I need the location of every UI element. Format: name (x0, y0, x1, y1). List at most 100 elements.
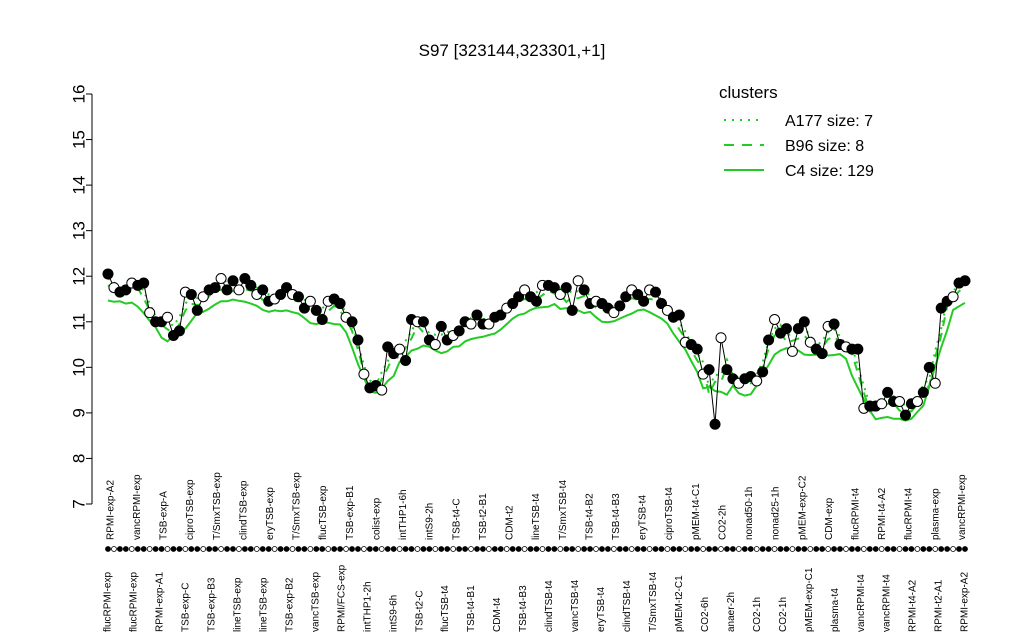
data-point (578, 284, 590, 296)
rug-mark (432, 546, 439, 552)
x-tick-label-bottom: TSB-t4-B1 (466, 585, 477, 632)
data-point (763, 334, 775, 346)
rug-mark (557, 546, 564, 552)
x-tick-label-bottom: vancTSB-t4 (570, 579, 581, 632)
rug-mark (593, 546, 599, 552)
rug-mark (926, 546, 933, 552)
rug-mark (896, 546, 903, 552)
data-point (899, 409, 911, 421)
x-tick-label-top: TSB-t4-B2 (584, 493, 595, 540)
rug-mark (295, 546, 302, 552)
rug-mark (420, 546, 427, 552)
rug-mark (849, 546, 855, 552)
x-tick-label-top: nonad25-1h (771, 487, 782, 540)
data-point (465, 318, 477, 330)
rug-mark (111, 546, 117, 552)
rug-mark (783, 546, 790, 552)
rug-mark (789, 546, 796, 552)
x-tick-label-bottom: anaer-2h (726, 592, 737, 632)
rug-mark (402, 546, 409, 552)
x-tick-label-bottom: RPMI-t2-A1 (934, 579, 945, 632)
legend-title: clusters (719, 83, 778, 102)
x-tick-label-top: ciproTSB-t4 (664, 487, 675, 540)
x-tick-label-bottom: TSB-exp-C (181, 583, 192, 632)
data-point (257, 284, 269, 296)
data-point (757, 366, 769, 378)
rug-mark (241, 546, 248, 552)
data-point (614, 300, 626, 312)
rug-mark (831, 546, 837, 552)
data-point (882, 386, 894, 398)
rug-mark (825, 546, 832, 552)
x-tick-label-top: TSB-exp-B1 (345, 485, 356, 540)
x-tick-label-bottom: TSB-t2-C (414, 590, 425, 632)
rug-mark (771, 546, 778, 552)
x-tick-label-top: intTHP1-6h (398, 489, 409, 540)
rug-mark (468, 546, 474, 552)
rug-mark (474, 546, 480, 552)
x-tick-label-top: flucTSB-exp (318, 485, 329, 540)
x-tick-label-bottom: clindTSB-t4 (544, 580, 555, 632)
rug-mark (956, 546, 962, 552)
data-point (471, 309, 483, 321)
rug-mark (920, 546, 927, 552)
rug-mark (735, 546, 742, 552)
data-point (394, 343, 406, 355)
rug-mark (408, 546, 415, 552)
rug-mark (938, 546, 945, 552)
rug-mark (200, 546, 207, 552)
data-point (316, 314, 328, 325)
rug-mark (599, 546, 605, 552)
rug-mark (509, 546, 516, 552)
rug-mark (301, 546, 308, 552)
rug-mark (670, 546, 677, 552)
data-point (352, 334, 364, 346)
rug-mark (218, 546, 224, 552)
rug-mark (533, 546, 540, 552)
data-point (923, 361, 935, 373)
x-tick-label-bottom: RPMI-t4-A2 (908, 579, 919, 632)
x-tick-label-top: flucRPMI-t4 (851, 487, 862, 540)
rug-mark (551, 546, 558, 552)
rug-mark (676, 546, 683, 552)
data-point (703, 364, 715, 376)
data-point (566, 304, 578, 316)
rug-mark (497, 546, 504, 552)
x-tick-label-bottom: TSB-exp-B2 (284, 577, 295, 632)
rug-mark (247, 546, 254, 552)
rug-mark (337, 546, 344, 552)
data-point (828, 318, 840, 330)
data-point (929, 377, 941, 389)
rug-mark (658, 546, 665, 552)
rug-mark (313, 546, 320, 552)
rug-mark (813, 546, 820, 552)
chart: S97 [323144,323301,+1] 7 8 9 10 11 12 13 14 15 16… (69, 41, 970, 632)
data-point (138, 277, 150, 289)
rug-mark (372, 546, 379, 552)
rug-mark (438, 546, 445, 552)
data-point (816, 348, 828, 360)
legend-entry-b96: B96 size: 8 (785, 138, 864, 155)
data-point (691, 343, 703, 355)
rug-mark (878, 546, 885, 552)
rug-mark (914, 546, 921, 552)
data-point (346, 316, 358, 328)
rug-mark (146, 546, 153, 552)
data-point (917, 386, 929, 398)
rug-mark (414, 546, 421, 552)
data-point (334, 298, 346, 310)
data-point (876, 398, 888, 410)
rug-mark (777, 546, 784, 552)
x-tick-label-bottom: flucRPMI-exp (103, 572, 114, 632)
rug-mark (390, 546, 397, 552)
data-point (572, 275, 584, 287)
x-tick-label-top: pMEM-exp-C2 (797, 475, 808, 540)
data-point (162, 311, 174, 323)
rug-mark (265, 546, 272, 552)
x-tick-label-top: eryTSB-exp (265, 487, 276, 540)
x-tick-label-top: plasma-exp (930, 488, 941, 540)
rug-mark (134, 546, 141, 552)
rug-mark (521, 546, 528, 552)
data-point (191, 304, 203, 316)
rug-mark (688, 546, 695, 552)
